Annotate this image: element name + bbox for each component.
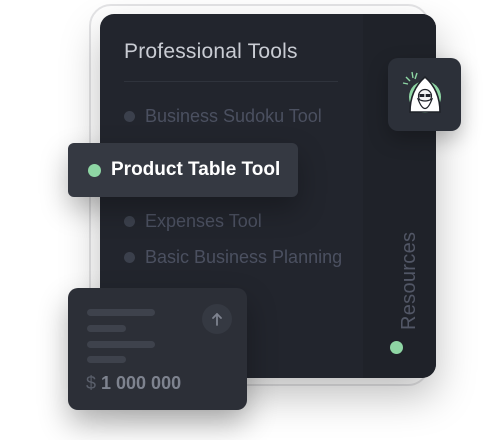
- panel-title: Professional Tools: [124, 40, 298, 63]
- menu-item-basic-business-planning[interactable]: Basic Business Planning: [124, 247, 342, 268]
- bullet-dot: [124, 252, 135, 263]
- currency-symbol: $: [86, 373, 97, 393]
- avatar[interactable]: [388, 58, 461, 131]
- placeholder-line: [87, 341, 155, 348]
- resources-tab[interactable]: Resources: [398, 232, 421, 330]
- amount-card: $1 000 000: [68, 288, 247, 410]
- menu-item-expenses[interactable]: Expenses Tool: [124, 211, 262, 232]
- menu-item-label: Business Sudoku Tool: [145, 106, 322, 126]
- amount-value: 1 000 000: [101, 373, 182, 393]
- active-indicator-dot: [88, 163, 101, 177]
- placeholder-line: [87, 356, 126, 363]
- placeholder-line: [87, 309, 155, 316]
- title-divider: [124, 81, 338, 82]
- menu-item-business-sudoku[interactable]: Business Sudoku Tool: [124, 106, 322, 127]
- stage: Professional Tools Business Sudoku Tool …: [0, 0, 500, 440]
- menu-item-label: Expenses Tool: [145, 211, 262, 231]
- bullet-dot: [124, 111, 135, 122]
- menu-item-label: Product Table Tool: [111, 159, 281, 180]
- menu-item-product-table[interactable]: Product Table Tool: [68, 143, 298, 197]
- placeholder-line: [87, 325, 126, 332]
- wizard-avatar-icon: [402, 71, 441, 113]
- resources-indicator-dot: [390, 341, 403, 354]
- menu-item-label: Basic Business Planning: [145, 247, 343, 267]
- upload-button[interactable]: [202, 304, 232, 334]
- amount-display: $1 000 000: [86, 373, 181, 394]
- bullet-dot: [124, 216, 135, 227]
- arrow-up-icon: [212, 313, 222, 326]
